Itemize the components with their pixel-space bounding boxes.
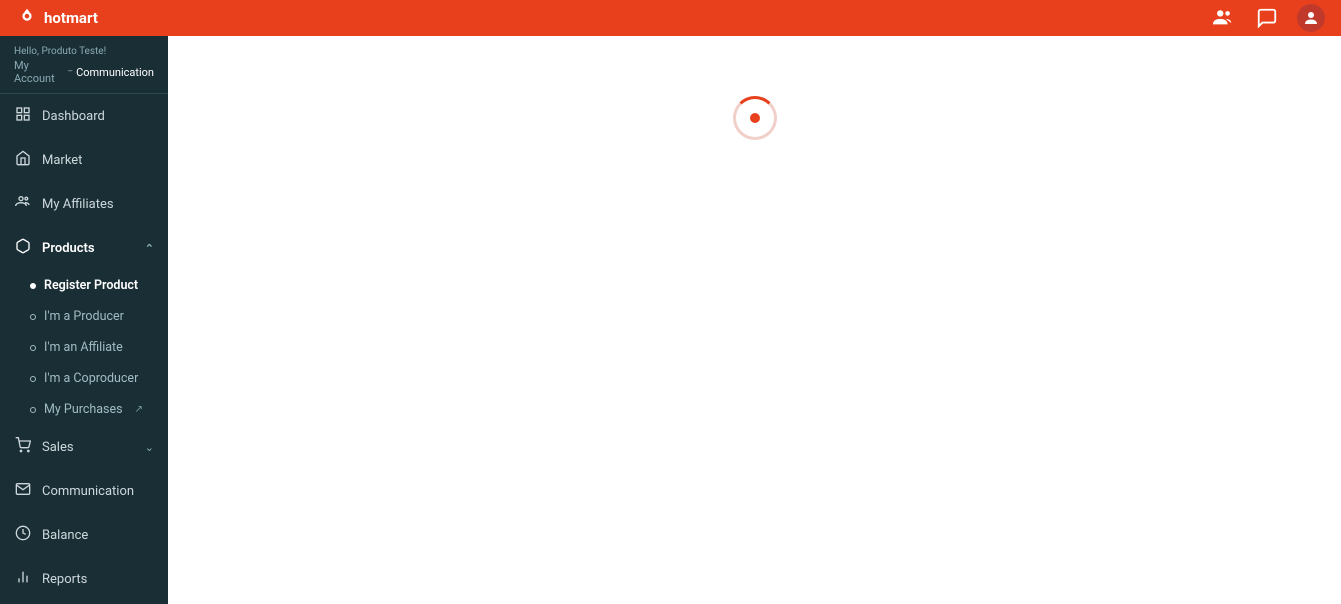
communication-label: Communication [42,484,154,499]
sidebar-item-balance[interactable]: Balance [0,513,168,557]
dashboard-label: Dashboard [42,109,154,124]
avatar-icon [1302,9,1320,27]
affiliates-icon [14,194,32,214]
my-purchases-label: My Purchases [44,402,123,417]
main-content [168,36,1341,604]
sales-icon [14,437,32,457]
reports-icon [14,569,32,589]
market-icon [14,150,32,170]
spinner [733,96,777,140]
user-avatar[interactable] [1297,4,1325,32]
community-icon-button[interactable] [1209,4,1237,32]
sidebar: Hello, Produto Teste! My Account – Commu… [0,36,168,604]
products-chevron-up: ⌃ [145,242,154,255]
loading-spinner [733,96,777,140]
market-label: Market [42,153,154,168]
affiliate-dot [30,345,36,351]
main-layout: Hello, Produto Teste! My Account – Commu… [0,36,1341,604]
coproducer-label: I'm a Coproducer [44,371,138,386]
breadcrumb: My Account – Communication [14,59,154,85]
sidebar-subitem-affiliate[interactable]: I'm an Affiliate [0,332,168,363]
sidebar-item-dashboard[interactable]: Dashboard [0,94,168,138]
top-header: hotmart [0,0,1341,36]
producer-dot [30,314,36,320]
chat-icon [1256,7,1278,29]
sidebar-item-communication[interactable]: Communication [0,469,168,513]
chat-icon-button[interactable] [1253,4,1281,32]
coproducer-dot [30,376,36,382]
breadcrumb-my-account[interactable]: My Account [14,59,64,85]
sidebar-subitem-my-purchases[interactable]: My Purchases ↗ [0,394,168,425]
purchases-dot [30,407,36,413]
hotmart-logo-icon [16,7,38,29]
balance-label: Balance [42,528,154,543]
sales-label: Sales [42,440,135,455]
community-icon [1212,7,1234,29]
greeting-text: Hello, Produto Teste! [14,46,154,57]
breadcrumb-area: Hello, Produto Teste! My Account – Commu… [0,36,168,94]
logo-text: hotmart [44,9,98,27]
sidebar-item-products[interactable]: Products ⌃ [0,226,168,270]
sidebar-subitem-register-product[interactable]: Register Product [0,270,168,301]
reports-label: Reports [42,572,154,587]
dashboard-icon [14,106,32,126]
affiliates-label: My Affiliates [42,197,154,212]
communication-icon [14,481,32,501]
logo[interactable]: hotmart [16,7,98,29]
register-product-label: Register Product [44,278,138,293]
breadcrumb-current: Communication [76,66,154,79]
sidebar-subitem-coproducer[interactable]: I'm a Coproducer [0,363,168,394]
sidebar-item-reports[interactable]: Reports [0,557,168,601]
sidebar-item-sales[interactable]: Sales ⌄ [0,425,168,469]
sales-chevron-down: ⌄ [145,441,154,454]
balance-icon [14,525,32,545]
products-label: Products [42,241,135,256]
affiliate-label: I'm an Affiliate [44,340,123,355]
products-icon [14,238,32,258]
header-actions [1209,4,1325,32]
sidebar-item-my-affiliates[interactable]: My Affiliates [0,182,168,226]
breadcrumb-separator: – [67,67,73,77]
sidebar-item-market[interactable]: Market [0,138,168,182]
sidebar-subitem-producer[interactable]: I'm a Producer [0,301,168,332]
external-link-icon: ↗ [135,404,143,415]
register-product-dot [30,283,36,289]
producer-label: I'm a Producer [44,309,124,324]
spinner-dot [750,113,760,123]
